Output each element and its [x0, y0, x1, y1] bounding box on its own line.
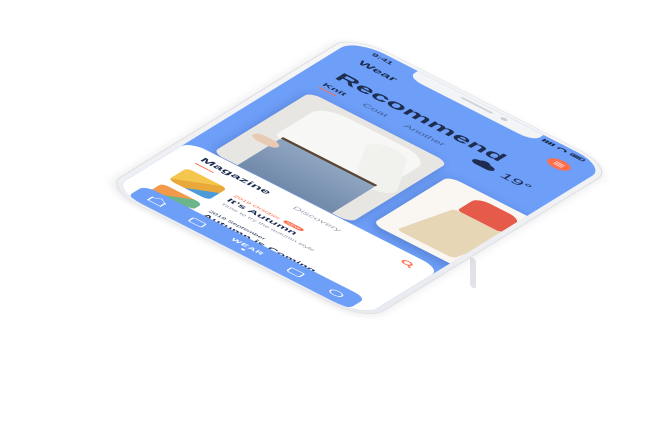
article-thumbnail — [112, 213, 153, 247]
signal-icon — [541, 138, 556, 147]
product-photo — [526, 259, 607, 307]
wifi-icon — [556, 146, 569, 153]
article-date-row: 2019 June — [151, 244, 190, 264]
search-icon[interactable] — [399, 258, 415, 267]
menu-button[interactable] — [543, 155, 575, 174]
front-camera — [499, 116, 509, 122]
notch — [407, 71, 544, 142]
article-date: 2019 June — [151, 244, 191, 265]
user-icon — [327, 288, 346, 299]
nav-shop[interactable] — [283, 266, 307, 279]
nav-profile[interactable] — [324, 287, 348, 300]
home-icon — [146, 196, 166, 207]
temperature: 19° — [496, 171, 535, 192]
product-photo — [495, 239, 607, 317]
bag-icon — [285, 266, 305, 278]
article-meta: 2019 June — [151, 244, 190, 264]
nav-home[interactable] — [144, 195, 168, 208]
power-button — [470, 256, 476, 290]
product-card[interactable] — [495, 239, 607, 317]
shirt-icon — [187, 217, 208, 228]
app-screen: 9:41 Wear Recommend Knit Coat Another 19 — [112, 39, 607, 317]
device-mockup: 9:41 Wear Recommend Knit Coat Another 19 — [0, 0, 648, 425]
nav-closet[interactable] — [186, 216, 210, 229]
phone: 9:41 Wear Recommend Knit Coat Another 19 — [97, 32, 619, 325]
